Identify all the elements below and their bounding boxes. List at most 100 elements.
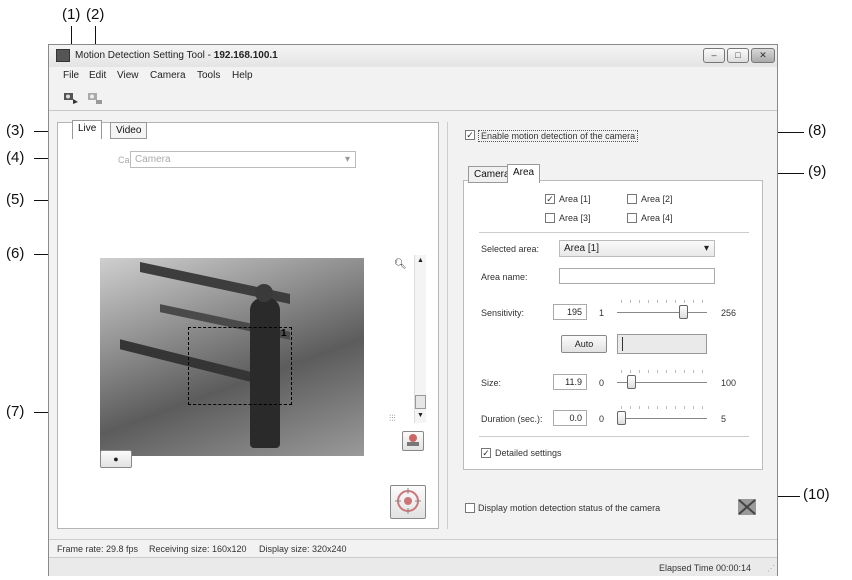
- info-bar: Frame rate: 29.8 fps Receiving size: 160…: [49, 539, 777, 556]
- camera-select[interactable]: Camera ▾: [130, 151, 356, 168]
- size-input[interactable]: 11.9: [553, 374, 587, 390]
- area-number-label: 1: [281, 328, 287, 339]
- area-3-label: Area [3]: [559, 213, 591, 223]
- menu-view[interactable]: View: [117, 70, 139, 81]
- size-tick: [639, 370, 640, 373]
- menu-camera[interactable]: Camera: [150, 70, 186, 81]
- duration-tick: [666, 406, 667, 409]
- size-tick: [630, 370, 631, 373]
- callout-2: (2): [86, 6, 105, 23]
- area-1-label: Area [1]: [559, 194, 591, 204]
- auto-button[interactable]: Auto: [561, 335, 607, 353]
- area-2-checkbox[interactable]: [627, 194, 637, 204]
- duration-tick: [693, 406, 694, 409]
- resize-grip-icon[interactable]: ⋰: [767, 564, 775, 573]
- area-3-checkbox[interactable]: [545, 213, 555, 223]
- minimize-button[interactable]: –: [703, 48, 725, 63]
- frame-rate-text: Frame rate: 29.8 fps: [57, 544, 139, 554]
- callout-5: (5): [6, 191, 25, 208]
- zoom-slider[interactable]: ▲ ▼: [414, 255, 426, 423]
- tab-video[interactable]: Video: [110, 122, 148, 139]
- camera-select-value: Camera: [135, 154, 171, 165]
- detailed-settings-label: Detailed settings: [495, 448, 562, 458]
- close-button[interactable]: ✕: [751, 48, 775, 63]
- zoom-slider-thumb[interactable]: [415, 395, 426, 409]
- duration-tick: [657, 406, 658, 409]
- selected-area-value: Area [1]: [564, 243, 600, 254]
- elapsed-time-text: Elapsed Time 00:00:14: [659, 563, 752, 573]
- menu-help[interactable]: Help: [232, 70, 253, 81]
- callout-10: (10): [803, 486, 830, 503]
- duration-tick: [684, 406, 685, 409]
- size-tick: [657, 370, 658, 373]
- motion-level-marker: [622, 337, 623, 351]
- sensitivity-tick: [675, 300, 676, 303]
- ptz-control-icon[interactable]: [390, 485, 426, 519]
- zoom-in-icon[interactable]: 🔍︎: [394, 259, 407, 270]
- sensitivity-input[interactable]: 195: [553, 304, 587, 320]
- duration-input[interactable]: 0.0: [553, 410, 587, 426]
- sensitivity-tick: [693, 300, 694, 303]
- size-min: 0: [599, 378, 605, 388]
- record-button[interactable]: ●: [100, 450, 132, 468]
- title-bar: Motion Detection Setting Tool - 192.168.…: [49, 45, 777, 67]
- size-label: Size:: [481, 378, 502, 388]
- chevron-down-icon: ▾: [344, 154, 350, 165]
- area-name-input[interactable]: [559, 268, 715, 284]
- area-1-checkbox[interactable]: ✓: [545, 194, 555, 204]
- sensitivity-tick: [639, 300, 640, 303]
- menu-edit[interactable]: Edit: [89, 70, 106, 81]
- area-4-label: Area [4]: [641, 213, 673, 223]
- duration-label: Duration (sec.):: [481, 414, 543, 424]
- app-icon: [56, 49, 70, 62]
- camera-connect-icon[interactable]: [63, 90, 79, 105]
- size-max: 100: [721, 378, 737, 388]
- display-status-checkbox[interactable]: [465, 503, 475, 513]
- menu-bar: File Edit View Camera Tools Help: [49, 67, 777, 85]
- detection-area-box[interactable]: [188, 327, 292, 405]
- duration-tick: [675, 406, 676, 409]
- sensitivity-slider-track[interactable]: [617, 312, 707, 313]
- sensitivity-tick: [630, 300, 631, 303]
- duration-slider-track[interactable]: [617, 418, 707, 419]
- duration-slider-thumb[interactable]: [617, 411, 626, 425]
- motion-level-meter: [617, 334, 707, 354]
- camera-disconnect-icon[interactable]: [87, 90, 103, 105]
- duration-min: 0: [599, 414, 605, 424]
- tab-area[interactable]: Area: [507, 164, 541, 183]
- scroll-down-icon[interactable]: ▼: [417, 412, 424, 419]
- callout-7: (7): [6, 403, 25, 420]
- sensitivity-slider-thumb[interactable]: [678, 305, 688, 319]
- area-4-checkbox[interactable]: [627, 213, 637, 223]
- detailed-settings-checkbox[interactable]: ✓: [481, 448, 491, 458]
- tab-live[interactable]: Live: [72, 120, 103, 139]
- menu-tools[interactable]: Tools: [197, 70, 220, 81]
- enable-motion-checkbox[interactable]: ✓: [465, 130, 475, 140]
- scroll-up-icon[interactable]: ▲: [417, 257, 424, 264]
- motion-status-icon: [737, 498, 757, 516]
- display-size-text: Display size: 320x240: [259, 544, 347, 554]
- menu-file[interactable]: File: [63, 70, 79, 81]
- duration-max: 5: [721, 414, 727, 424]
- snapshot-icon[interactable]: [402, 431, 424, 451]
- maximize-button[interactable]: □: [727, 48, 749, 63]
- panel-splitter[interactable]: [447, 122, 448, 529]
- sensitivity-min: 1: [599, 308, 605, 318]
- chevron-down-icon: ▾: [703, 243, 709, 254]
- window-title: Motion Detection Setting Tool - 192.168.…: [75, 50, 278, 61]
- size-slider-thumb[interactable]: [626, 375, 636, 389]
- sensitivity-tick: [702, 300, 703, 303]
- callout-1: (1): [62, 6, 81, 23]
- size-tick: [675, 370, 676, 373]
- zoom-people-icon: ⫶⫶⫶: [389, 413, 396, 423]
- callout-4: (4): [6, 149, 25, 166]
- settings-panel: ✓ Enable motion detection of the camera …: [459, 122, 775, 529]
- window-title-text: Motion Detection Setting Tool -: [75, 50, 214, 61]
- selected-area-select[interactable]: Area [1] ▾: [559, 240, 715, 257]
- camera-video-view[interactable]: 1: [100, 258, 364, 456]
- status-bar: Elapsed Time 00:00:14 ⋰: [49, 557, 777, 576]
- enable-motion-label[interactable]: Enable motion detection of the camera: [478, 130, 639, 142]
- area-2-label: Area [2]: [641, 194, 673, 204]
- sensitivity-label: Sensitivity:: [481, 308, 525, 318]
- sensitivity-tick: [621, 300, 622, 303]
